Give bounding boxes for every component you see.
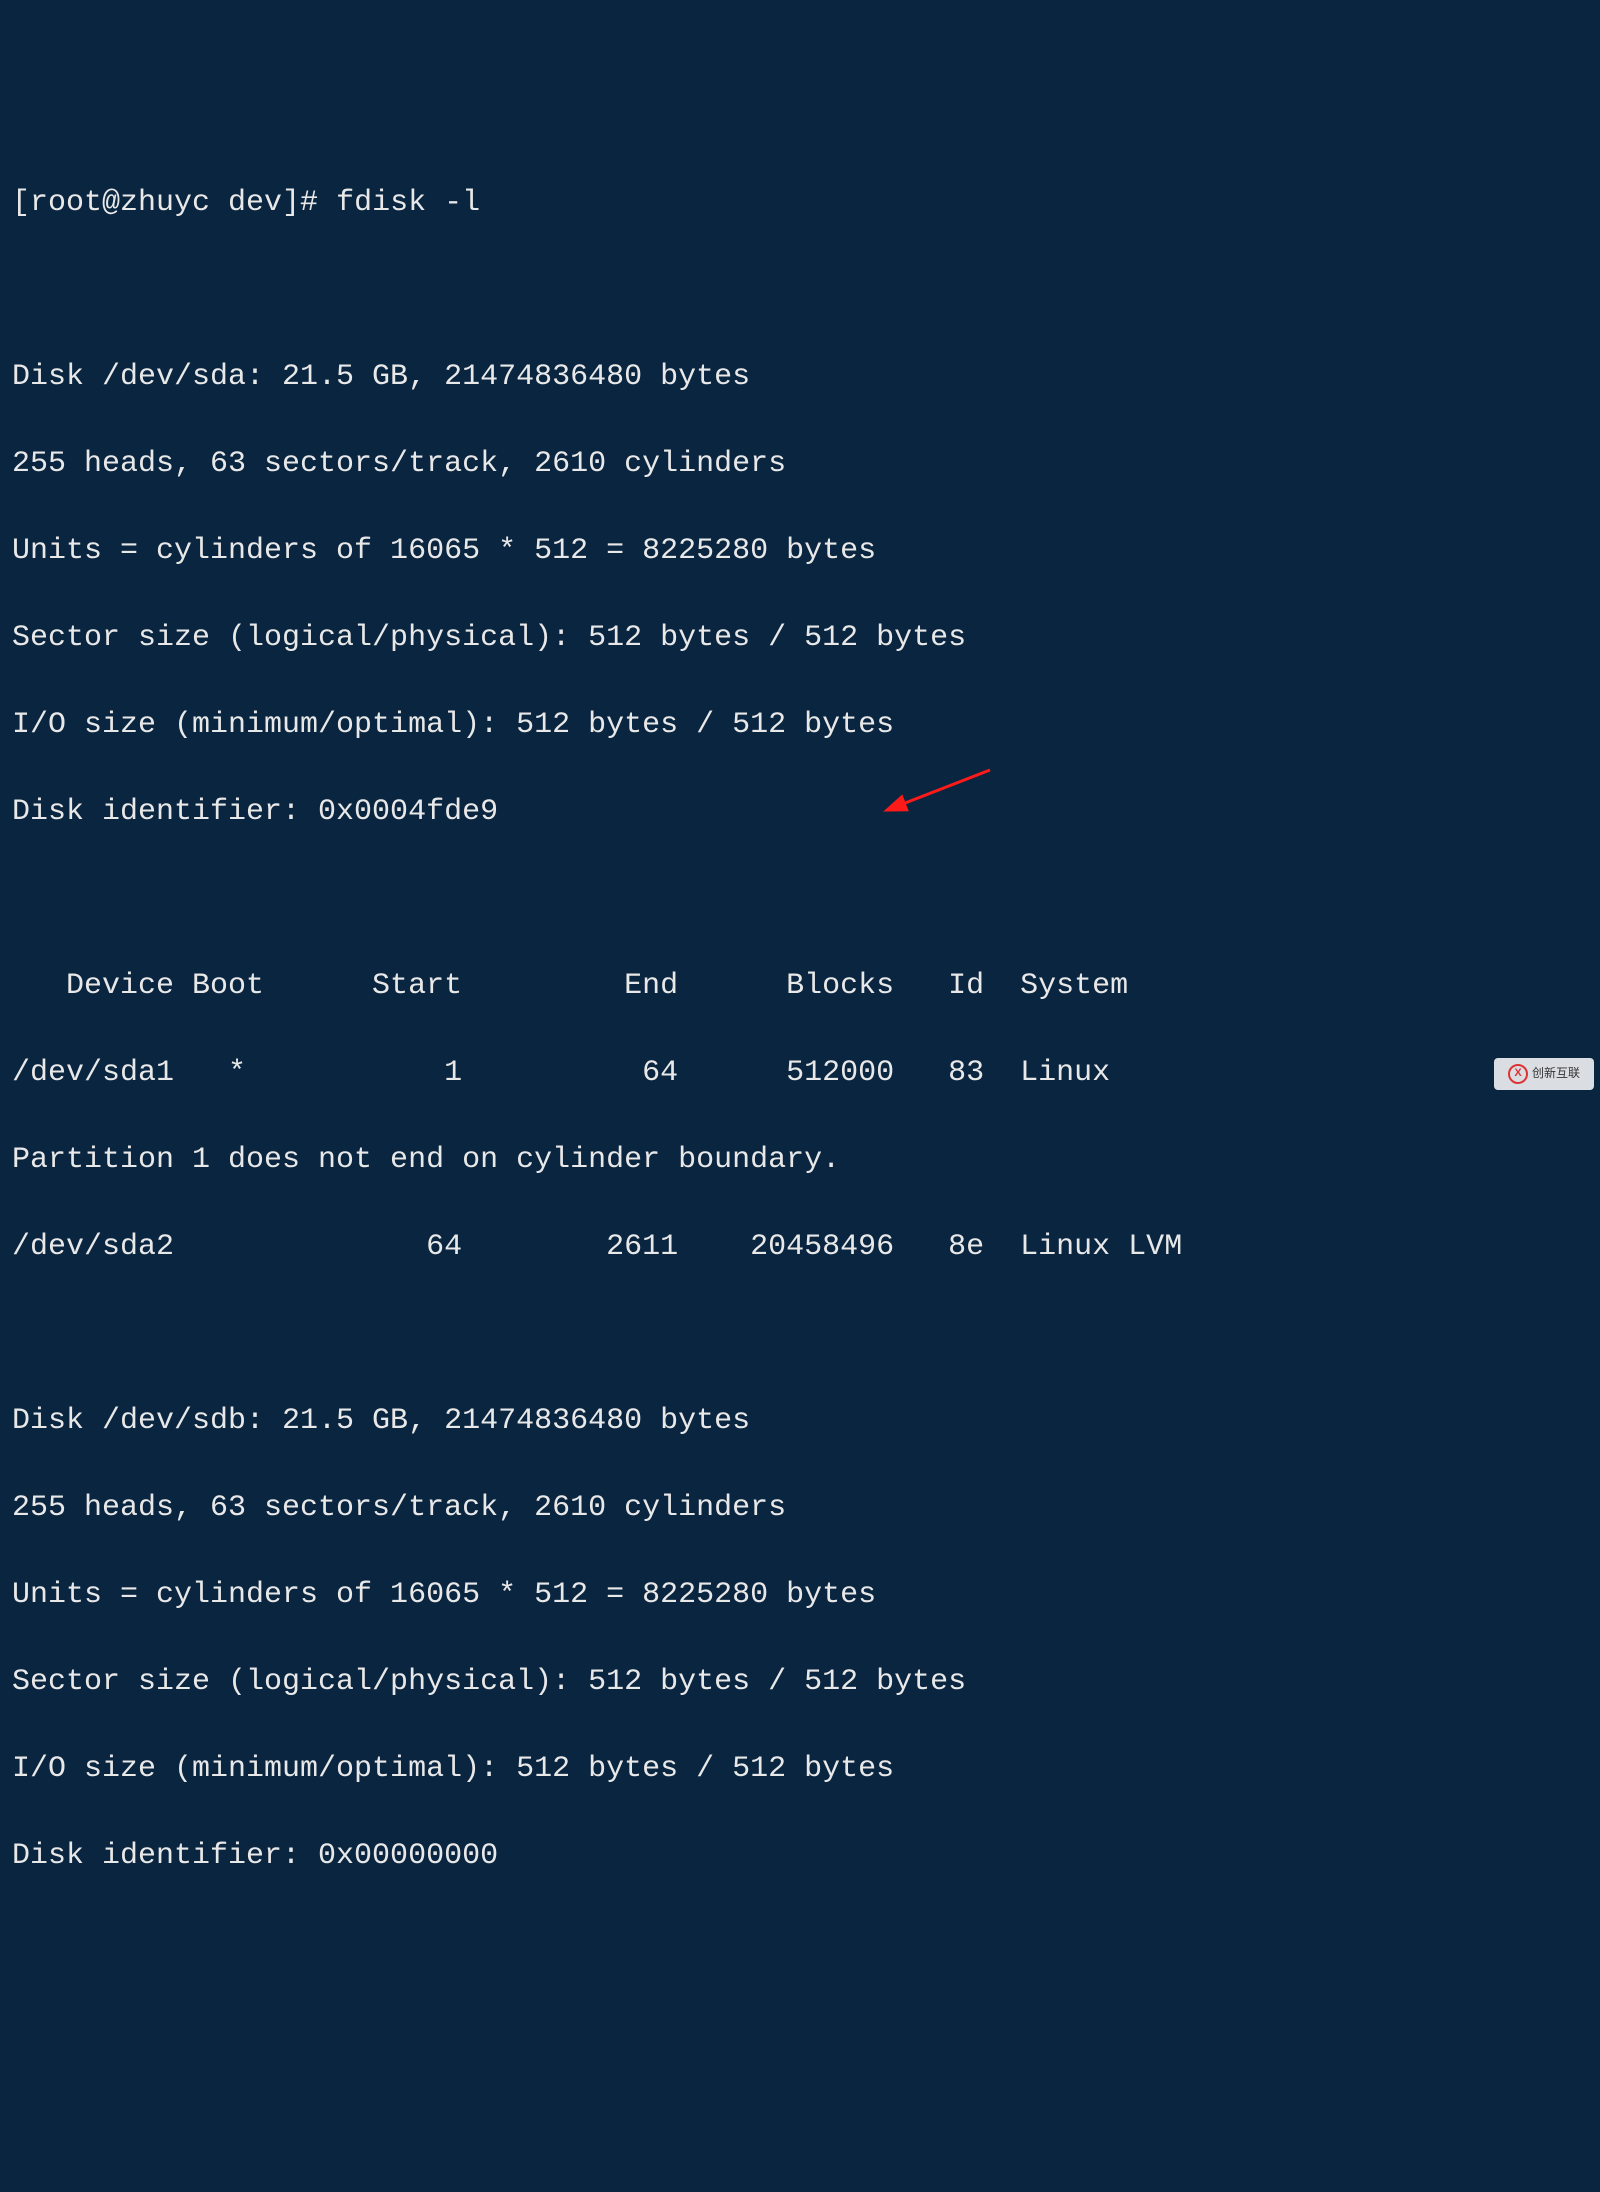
shell-command[interactable]: fdisk -l — [336, 186, 480, 220]
blank-line — [12, 1313, 1588, 1357]
disk-sdb-units: Units = cylinders of 16065 * 512 = 82252… — [12, 1574, 1588, 1618]
disk-sdb-geometry: 255 heads, 63 sectors/track, 2610 cylind… — [12, 1487, 1588, 1531]
disk-sda-header: Disk /dev/sda: 21.5 GB, 21474836480 byte… — [12, 356, 1588, 400]
watermark-text: 创新互联 — [1532, 1065, 1580, 1082]
disk-sdb-sector-size: Sector size (logical/physical): 512 byte… — [12, 1661, 1588, 1705]
disk-sdb-io-size: I/O size (minimum/optimal): 512 bytes / … — [12, 1748, 1588, 1792]
blank-line — [12, 878, 1588, 922]
partition-row-sda2: /dev/sda2 64 2611 20458496 8e Linux LVM — [12, 1226, 1588, 1270]
shell-prompt-line: [root@zhuyc dev]# fdisk -l — [12, 182, 1588, 226]
disk-sdb-header: Disk /dev/sdb: 21.5 GB, 21474836480 byte… — [12, 1400, 1588, 1444]
blank-line — [12, 269, 1588, 313]
watermark-logo-icon: X — [1508, 1064, 1528, 1084]
partition-table-header: Device Boot Start End Blocks Id System — [12, 965, 1588, 1009]
disk-sda-units: Units = cylinders of 16065 * 512 = 82252… — [12, 530, 1588, 574]
disk-sda-identifier: Disk identifier: 0x0004fde9 — [12, 791, 1588, 835]
shell-prompt: [root@zhuyc dev]# — [12, 186, 336, 220]
watermark-badge: X 创新互联 — [1494, 1058, 1594, 1090]
partition-boundary-warning: Partition 1 does not end on cylinder bou… — [12, 1139, 1588, 1183]
partition-row-sda1: /dev/sda1 * 1 64 512000 83 Linux — [12, 1052, 1588, 1096]
disk-sda-io-size: I/O size (minimum/optimal): 512 bytes / … — [12, 704, 1588, 748]
disk-sda-geometry: 255 heads, 63 sectors/track, 2610 cylind… — [12, 443, 1588, 487]
disk-sdb-identifier: Disk identifier: 0x00000000 — [12, 1835, 1588, 1879]
disk-sda-sector-size: Sector size (logical/physical): 512 byte… — [12, 617, 1588, 661]
